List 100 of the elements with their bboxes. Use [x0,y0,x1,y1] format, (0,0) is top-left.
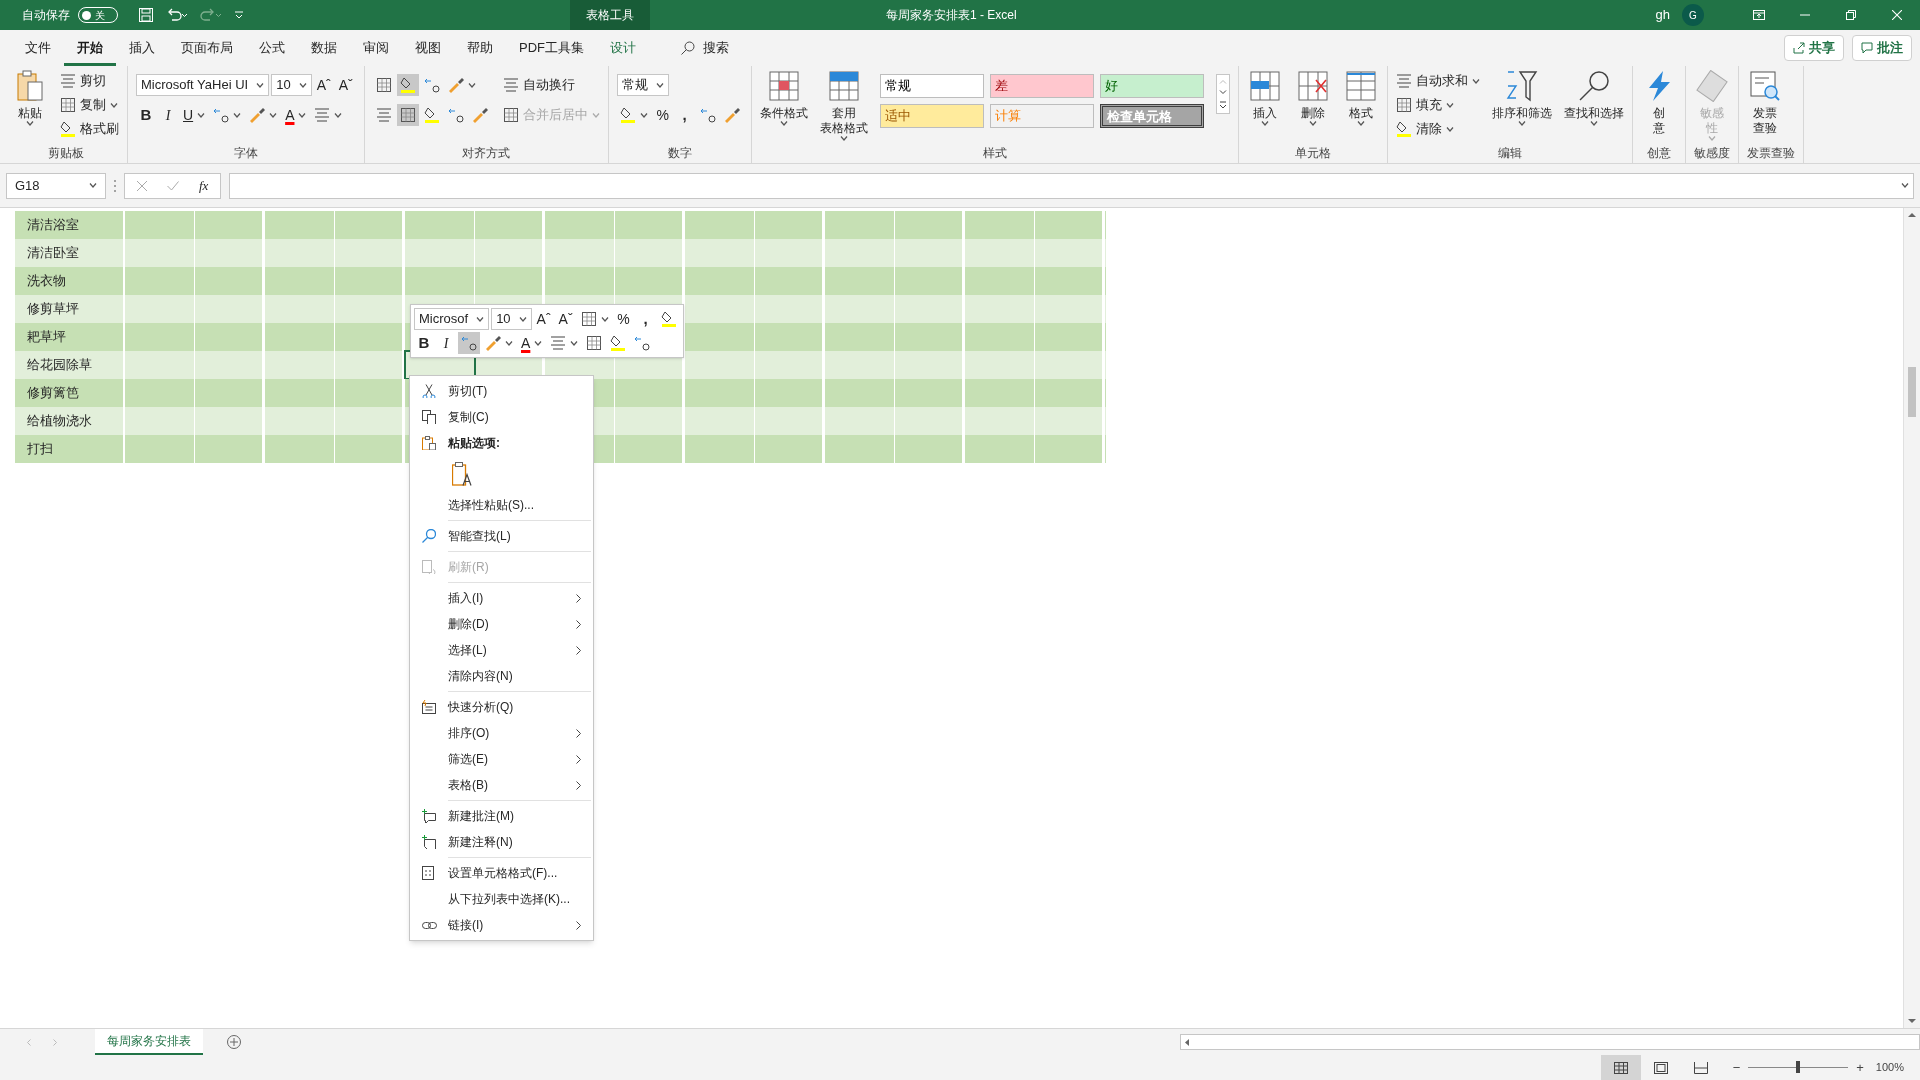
table-icon [375,77,392,93]
ribbon-button[interactable]: 创 意 [1640,70,1677,136]
share-button[interactable]: 共享 [1784,35,1844,61]
cell-style[interactable]: 好 [1099,74,1204,98]
ribbon-tab[interactable]: 文件 [12,30,64,66]
ribbon-tab[interactable]: 帮助 [454,30,506,66]
dropdown-field[interactable]: Microsof [414,308,490,330]
menu-item[interactable]: 新建注释(N) [448,829,593,855]
chevron-right-icon [576,920,581,930]
menu-item[interactable]: 新建批注(M) [448,803,593,829]
ribbon-button[interactable]: 粘贴 [12,70,48,126]
chevron-right-icon [576,645,581,655]
function-button[interactable]: fx [199,175,209,196]
ribbon-button[interactable]: 自动求和 [1395,70,1480,92]
menu-item[interactable]: 从下拉列表中选择(K)... [448,886,593,912]
comments-button[interactable]: 批注 [1852,35,1912,61]
format-button[interactable]: A [282,104,310,126]
lines-icon [60,73,76,89]
search-box[interactable]: 搜索 [681,38,729,58]
view-button[interactable] [1600,1055,1641,1080]
menu-item[interactable]: 设置单元格格式(F)... [448,860,593,886]
format-button[interactable]: I [436,332,456,354]
zoom-slider-thumb[interactable] [1796,1061,1801,1073]
ribbon-tab[interactable]: 设计 [597,30,649,66]
add-sheet-icon [227,1035,241,1049]
format-button[interactable]: % [613,308,634,330]
horizontal-scrollbar[interactable] [1180,1034,1920,1050]
ribbon-button[interactable]: 复制 [60,94,118,116]
cell-style[interactable]: 差 [989,74,1094,98]
ribbon-button[interactable]: 删除 [1294,70,1331,126]
bucket-icon [423,107,440,123]
ribbon-button[interactable]: 填充 [1395,94,1454,116]
avatar[interactable]: G [1682,4,1704,26]
ribbon-button[interactable]: 条件格式 [759,70,808,126]
toolbar-button[interactable] [396,74,419,96]
cancel-icon [137,180,147,191]
ribbon-tab[interactable]: 视图 [402,30,454,66]
menu-item[interactable]: 表格(B) [448,772,593,798]
format-button[interactable]: Aˇ [555,308,576,330]
format-button[interactable]: Aˆ [313,74,334,96]
ribbon-button[interactable]: 格式刷 [60,118,119,140]
formula-input[interactable] [229,172,1914,199]
menu-item[interactable]: 筛选(E) [448,746,593,772]
ribbon-tab[interactable]: 公式 [246,30,298,66]
group-label: 剪贴板 [47,145,84,162]
ribbon-tab[interactable]: 审阅 [350,30,402,66]
format-button[interactable]: B [136,104,156,126]
menu-item[interactable]: 复制(C) [448,404,593,430]
format-button[interactable]: B [414,332,434,354]
menu-item[interactable]: 链接(I) [448,912,593,938]
menu-item[interactable]: 剪切(T) [448,378,593,404]
ribbon-button[interactable]: 自动换行 [502,74,575,96]
caret-icon [89,183,97,188]
format-button[interactable]: , [635,308,656,330]
cell-style[interactable]: 适中 [879,104,984,128]
ribbon-tab[interactable]: 插入 [116,30,168,66]
format-button[interactable]: Aˇ [335,74,356,96]
ribbon-button[interactable]: 剪切 [60,70,106,92]
cell-style[interactable]: 常规 [879,74,984,98]
dropdown-field[interactable]: 10 [271,74,312,96]
group-label: 发票查验 [1746,145,1795,162]
menu-item[interactable]: 清除内容(N) [448,663,593,689]
format-button[interactable]: U [180,104,209,126]
name-box[interactable]: G18 [6,172,106,199]
format-button[interactable]: , [674,104,695,126]
toolbar-button[interactable] [396,104,419,126]
format-button[interactable]: % [652,104,673,126]
dropdown-field[interactable]: Microsoft YaHei UI [136,74,270,96]
previous-sheet-icon [27,1038,31,1046]
menu-item[interactable]: 快速分析(Q) [448,694,593,720]
caret-icon [518,316,527,322]
scroll-thumb[interactable] [1908,367,1916,417]
menu-item[interactable]: 选择性粘贴(S)... [448,492,593,518]
format-button[interactable]: I [158,104,178,126]
menu-item[interactable]: 排序(O) [448,720,593,746]
lines-icon [1395,73,1412,89]
format-button[interactable]: Aˆ [533,308,554,330]
menu-item[interactable]: 删除(D) [448,611,593,637]
menu-item[interactable]: 选择(L) [448,637,593,663]
table-icon [586,335,603,351]
table-cell: 打扫 [15,435,125,463]
dropdown-field[interactable]: 10 [491,308,532,330]
ribbon-tab[interactable]: 数据 [298,30,350,66]
zoom-in-button[interactable]: + [1856,1057,1864,1078]
ribbon-button[interactable]: 套用 表格格式 [819,70,868,141]
ribbon-tab[interactable]: 页面布局 [168,30,246,66]
ribbon-button[interactable]: 清除 [1395,118,1454,140]
ribbon-button[interactable]: 查找和选择 [1563,70,1624,126]
menu-item[interactable]: 智能查找(L) [448,523,593,549]
format-button[interactable]: A [518,332,546,354]
ribbon-button[interactable]: 发票 查验 [1746,70,1783,136]
dropdown-field[interactable]: 常规 [616,74,669,96]
ribbon-button[interactable]: 格式 [1342,70,1379,126]
share-icon [1793,42,1805,54]
zoom-out-button[interactable]: − [1732,1057,1741,1078]
ribbon-tab[interactable]: PDF工具集 [506,30,597,66]
menu-item[interactable]: 插入(I) [448,585,593,611]
sheet-tab[interactable]: 每周家务安排表 [95,1029,203,1055]
ribbon-button[interactable]: 排序和筛选 [1491,70,1552,126]
ribbon-button[interactable]: 插入 [1246,70,1283,126]
